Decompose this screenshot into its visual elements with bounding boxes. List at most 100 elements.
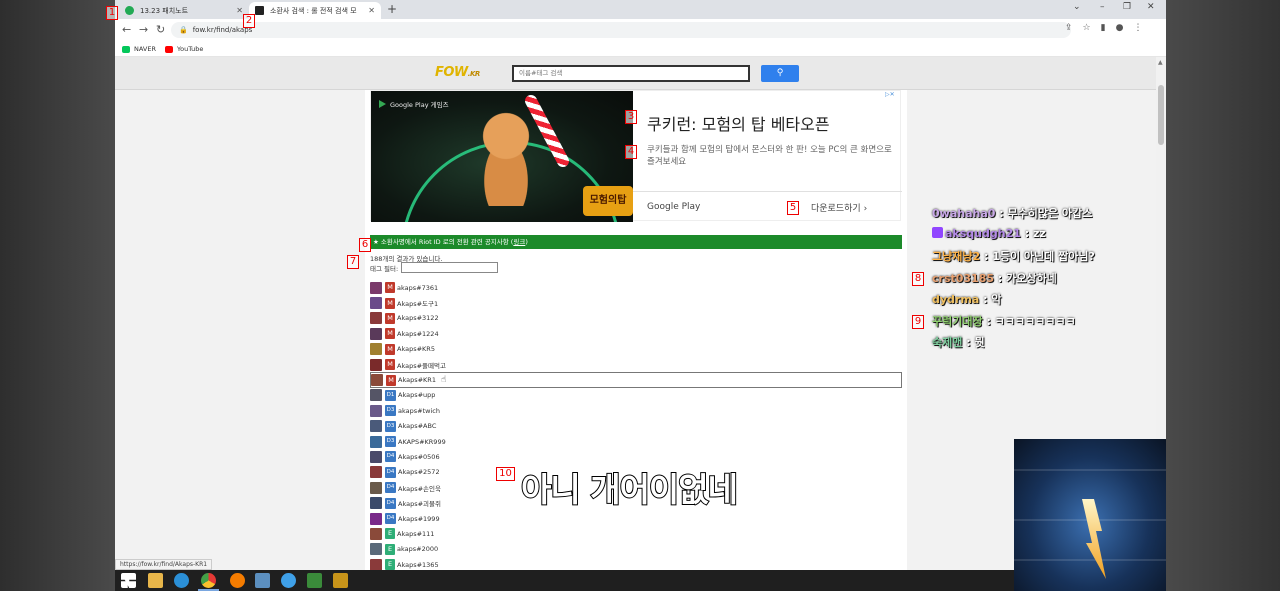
ad-store-label: Google Play bbox=[647, 202, 701, 212]
file-explorer-icon[interactable] bbox=[148, 573, 163, 588]
summoner-name[interactable]: Akaps#ABC bbox=[398, 422, 436, 430]
marker-1: 1 bbox=[106, 6, 118, 20]
new-tab-button[interactable]: + bbox=[387, 2, 397, 17]
summoner-name[interactable]: Akaps#1224 bbox=[397, 330, 439, 338]
result-row[interactable]: E Akaps#1365 bbox=[370, 557, 902, 570]
champion-avatar bbox=[370, 558, 382, 570]
result-row[interactable]: M Akaps#풀떼먹고 bbox=[370, 357, 902, 372]
google-play-icon bbox=[379, 100, 386, 108]
menu-icon[interactable]: ⋮ bbox=[1133, 23, 1142, 33]
edge-icon[interactable] bbox=[174, 573, 189, 588]
scanline bbox=[1014, 559, 1166, 561]
champion-avatar bbox=[370, 497, 382, 510]
result-row[interactable]: D3 akaps#twich bbox=[370, 403, 902, 418]
chat-username: 꾸럭기대장 bbox=[932, 314, 983, 328]
tag-filter-input[interactable] bbox=[401, 262, 499, 273]
result-row[interactable]: M Akaps#KR5 bbox=[370, 342, 902, 357]
bookmark-naver[interactable]: NAVER bbox=[122, 45, 156, 53]
chat-app-icon[interactable] bbox=[281, 573, 296, 588]
gingerbread-cookie-image bbox=[466, 106, 546, 206]
tab-search-icon[interactable]: ⌄ bbox=[1073, 2, 1081, 12]
summoner-name[interactable]: Akaps#3122 bbox=[397, 314, 439, 322]
chat-text: 무수히많은 아캅스 bbox=[1007, 207, 1093, 220]
side-panel-icon[interactable]: ▮ bbox=[1101, 23, 1106, 33]
search-button[interactable]: ⚲ bbox=[761, 65, 799, 82]
hand-cursor-icon: ☝ bbox=[441, 375, 447, 386]
marker-3: 3 bbox=[625, 110, 637, 124]
restore-icon[interactable]: ❐ bbox=[1123, 2, 1131, 12]
summoner-name[interactable]: Akaps#도구1 bbox=[397, 298, 438, 308]
profile-icon[interactable]: ● bbox=[1116, 23, 1124, 33]
reload-icon[interactable]: ↻ bbox=[156, 23, 165, 36]
summoner-name[interactable]: Akaps#1999 bbox=[398, 515, 440, 523]
summoner-name[interactable]: AKAPS#KR999 bbox=[398, 438, 446, 446]
chat-username: 0wahaha0 bbox=[932, 207, 996, 220]
summoner-name[interactable]: Akaps#0506 bbox=[398, 453, 440, 461]
tab-patch-notes[interactable]: 13.23 패치노트 ✕ bbox=[119, 2, 249, 19]
summoner-name[interactable]: Akaps#upp bbox=[398, 391, 435, 399]
forward-icon[interactable]: → bbox=[139, 23, 148, 36]
result-row[interactable]: Makaps#7361 bbox=[370, 280, 902, 295]
chat-username: aksqudgh21 bbox=[945, 226, 1021, 240]
summoner-name[interactable]: Akaps#1365 bbox=[397, 561, 439, 569]
summoner-name[interactable]: akaps#7361 bbox=[397, 284, 438, 292]
ad-title[interactable]: 쿠키런: 모험의 탑 베타오픈 bbox=[647, 111, 830, 135]
result-row[interactable]: D4 Akaps#1999 bbox=[370, 511, 902, 526]
share-icon[interactable]: ⇪ bbox=[1065, 23, 1073, 33]
champion-avatar bbox=[370, 543, 382, 556]
tab-summoner-search[interactable]: 소환사 검색 : 롤 전적 검색 모 ✕ bbox=[249, 2, 381, 19]
app-icon-2[interactable] bbox=[307, 573, 322, 588]
result-row[interactable]: D3 Akaps#ABC bbox=[370, 419, 902, 434]
result-row[interactable]: E Akaps#111 bbox=[370, 526, 902, 541]
lock-icon: 🔒 bbox=[179, 26, 188, 34]
result-row[interactable]: D1 Akaps#upp bbox=[370, 388, 902, 403]
ad-download-button[interactable]: 다운로드하기 › bbox=[811, 201, 867, 214]
chrome-icon[interactable] bbox=[201, 573, 216, 588]
league-client-icon[interactable] bbox=[333, 573, 348, 588]
firefox-icon[interactable] bbox=[230, 573, 245, 588]
scrollbar-thumb[interactable] bbox=[1158, 85, 1164, 145]
chat-message: crst03185 : 가오상하네 bbox=[932, 270, 1152, 292]
close-tab-icon[interactable]: ✕ bbox=[236, 6, 243, 15]
result-row[interactable]: M Akaps#도구1 bbox=[370, 295, 902, 310]
tab-label: 소환사 검색 : 롤 전적 검색 모 bbox=[270, 6, 357, 15]
bookmark-youtube[interactable]: YouTube bbox=[165, 45, 203, 53]
summoner-name[interactable]: Akaps#KR5 bbox=[397, 345, 435, 353]
scroll-up-icon[interactable]: ▲ bbox=[1158, 59, 1163, 66]
result-row[interactable]: M Akaps#1224 bbox=[370, 326, 902, 341]
summoner-name[interactable]: akaps#2000 bbox=[397, 545, 438, 553]
fow-logo[interactable]: FOW.KR bbox=[435, 65, 480, 80]
app-icon[interactable] bbox=[255, 573, 270, 588]
site-header: FOW.KR 이름#태그 검색 ⚲ bbox=[115, 57, 1156, 90]
summoner-name[interactable]: Akaps#KR1 bbox=[398, 376, 436, 384]
result-row[interactable]: Eakaps#2000 bbox=[370, 542, 902, 557]
back-icon[interactable]: ← bbox=[122, 23, 131, 36]
tier-badge: D3 bbox=[385, 420, 396, 432]
summoner-name[interactable]: Akaps#2572 bbox=[398, 468, 440, 476]
address-bar[interactable]: 🔒 fow.kr/find/akaps bbox=[171, 22, 1071, 38]
summoner-name[interactable]: Akaps#111 bbox=[397, 530, 434, 538]
chat-text: ㅋㅋㅋㅋㅋㅋㅋㅋ bbox=[994, 314, 1076, 328]
minimize-icon[interactable]: – bbox=[1100, 2, 1105, 12]
result-row[interactable]: M Akaps#KR1 ☝ bbox=[370, 372, 902, 388]
result-row[interactable]: M Akaps#3122 bbox=[370, 311, 902, 326]
close-tab-icon[interactable]: ✕ bbox=[368, 6, 375, 15]
marker-2: 2 bbox=[243, 14, 255, 28]
game-thumbnail bbox=[1014, 439, 1166, 591]
bookmark-star-icon[interactable]: ☆ bbox=[1083, 23, 1091, 33]
summoner-name[interactable]: akaps#twich bbox=[398, 407, 440, 415]
start-icon[interactable] bbox=[121, 573, 136, 588]
chat-text: 뭣 bbox=[974, 336, 985, 349]
result-row[interactable]: D3 AKAPS#KR999 bbox=[370, 434, 902, 449]
notice-link[interactable]: 링크 bbox=[513, 238, 525, 246]
ad-source: Google Play 게임즈 bbox=[379, 99, 449, 109]
summoner-name[interactable]: Akaps#괴물쥐 bbox=[398, 498, 441, 508]
tier-badge: D1 bbox=[385, 389, 396, 401]
ad-choices-icon[interactable]: ▷✕ bbox=[885, 91, 895, 98]
summoner-search-input[interactable]: 이름#태그 검색 bbox=[512, 65, 750, 82]
marker-7: 7 bbox=[347, 255, 359, 269]
summoner-name[interactable]: Akaps#풀떼먹고 bbox=[397, 360, 446, 370]
close-window-icon[interactable]: ✕ bbox=[1147, 2, 1155, 12]
summoner-name[interactable]: Akaps#손인욱 bbox=[398, 483, 441, 493]
chat-text: zz bbox=[1032, 226, 1046, 240]
